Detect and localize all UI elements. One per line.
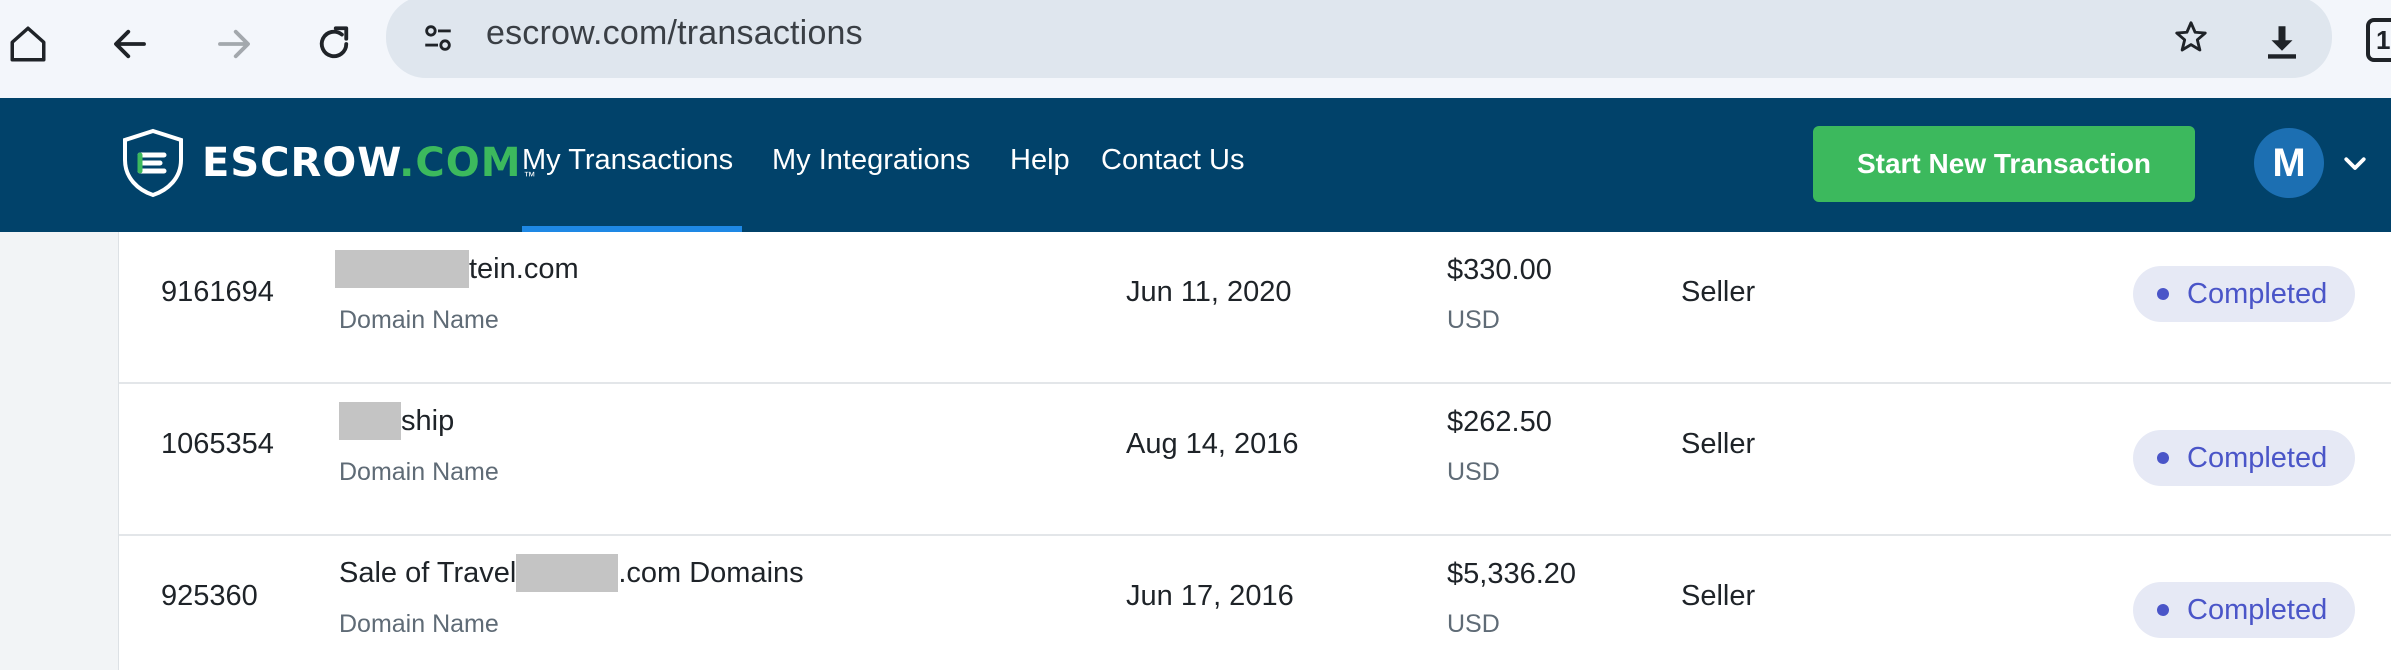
transaction-amount: $5,336.20 <box>1447 558 1577 590</box>
nav-my-integrations[interactable]: My Integrations <box>772 144 970 177</box>
transaction-date: Jun 11, 2020 <box>1126 276 1292 308</box>
redaction-block <box>335 250 469 288</box>
status-dot-icon <box>2157 452 2169 464</box>
transaction-currency: USD <box>1447 458 1500 486</box>
tab-count[interactable]: 1 <box>2366 18 2391 62</box>
status-badge: Completed <box>2133 266 2355 322</box>
redaction-block <box>516 554 619 592</box>
redaction-block <box>339 402 401 440</box>
transaction-id: 1065354 <box>161 428 274 460</box>
transaction-date: Aug 14, 2016 <box>1126 428 1299 460</box>
transaction-currency: USD <box>1447 610 1500 638</box>
transaction-role: Seller <box>1681 580 1756 612</box>
nav-my-transactions[interactable]: My Transactions <box>522 144 733 177</box>
url-text[interactable]: escrow.com/transactions <box>486 14 863 53</box>
status-badge: Completed <box>2133 582 2355 638</box>
forward-arrow-icon[interactable] <box>204 14 264 74</box>
home-icon[interactable] <box>0 14 58 74</box>
reload-icon[interactable] <box>304 14 364 74</box>
table-row[interactable]: 1065354 ship Domain Name Aug 14, 2016 $2… <box>119 384 2391 536</box>
logo-wordmark: ESCROW.COM <box>202 140 522 186</box>
site-header: ESCROW.COM ™ My Transactions My Integrat… <box>0 98 2391 232</box>
nav-help[interactable]: Help <box>1010 144 1070 177</box>
table-row[interactable]: 9161694 tein.com Domain Name Jun 11, 202… <box>119 232 2391 384</box>
transaction-title[interactable]: ship <box>339 402 454 440</box>
site-settings-icon[interactable] <box>416 16 460 60</box>
transaction-id: 9161694 <box>161 276 274 308</box>
transaction-title[interactable]: tein.com <box>335 250 579 288</box>
status-badge: Completed <box>2133 430 2355 486</box>
transaction-amount: $262.50 <box>1447 406 1552 438</box>
bookmark-star-icon[interactable] <box>2168 14 2214 60</box>
back-arrow-icon[interactable] <box>100 14 160 74</box>
transaction-type: Domain Name <box>339 306 499 334</box>
transactions-list: 9161694 tein.com Domain Name Jun 11, 202… <box>118 232 2391 670</box>
transaction-type: Domain Name <box>339 610 499 638</box>
avatar[interactable]: M <box>2254 128 2324 198</box>
escrow-logo[interactable]: ESCROW.COM ™ <box>120 126 536 200</box>
transaction-title[interactable]: Sale of Travel .com Domains <box>339 554 804 592</box>
transaction-date: Jun 17, 2016 <box>1126 580 1294 612</box>
start-new-transaction-button[interactable]: Start New Transaction <box>1813 126 2195 202</box>
download-icon[interactable] <box>2254 14 2310 70</box>
transaction-id: 925360 <box>161 580 258 612</box>
transaction-role: Seller <box>1681 276 1756 308</box>
browser-toolbar: escrow.com/transactions 1 <box>0 0 2391 98</box>
status-dot-icon <box>2157 604 2169 616</box>
shield-logo-icon <box>123 128 183 198</box>
transaction-currency: USD <box>1447 306 1500 334</box>
transaction-type: Domain Name <box>339 458 499 486</box>
address-bar[interactable]: escrow.com/transactions <box>386 0 2332 78</box>
transaction-role: Seller <box>1681 428 1756 460</box>
transaction-amount: $330.00 <box>1447 254 1552 286</box>
table-row[interactable]: 925360 Sale of Travel .com Domains Domain… <box>119 536 2391 670</box>
nav-contact-us[interactable]: Contact Us <box>1101 144 1244 177</box>
status-dot-icon <box>2157 288 2169 300</box>
chevron-down-icon[interactable] <box>2340 148 2370 178</box>
